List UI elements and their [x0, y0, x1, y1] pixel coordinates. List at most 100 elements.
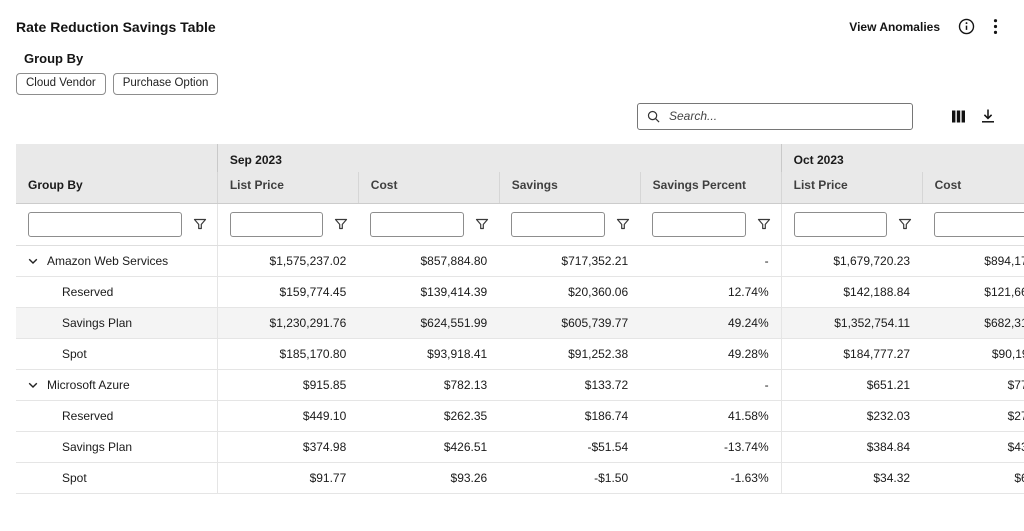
value-cell: 49.28% [640, 338, 781, 369]
info-icon[interactable] [958, 18, 975, 35]
search-box[interactable] [637, 103, 913, 130]
row-label-text: Spot [62, 471, 87, 485]
value-cell: $1,352,754.11 [781, 307, 922, 338]
column-header-cost-oct[interactable]: Cost [922, 172, 1024, 204]
value-cell: $186.74 [499, 400, 640, 431]
filter-icon[interactable] [898, 217, 912, 231]
filter-icon[interactable] [334, 217, 348, 231]
group-by-label: Group By [24, 51, 1024, 66]
value-cell: $624,551.99 [358, 307, 499, 338]
table-toolbar [0, 103, 1024, 130]
filter-cell-col-0 [16, 203, 217, 245]
chip-cloud-vendor[interactable]: Cloud Vendor [16, 73, 106, 95]
value-cell: $232.03 [781, 400, 922, 431]
chevron-down-icon[interactable] [28, 382, 38, 389]
columns-icon[interactable] [951, 109, 966, 124]
value-cell: $133.72 [499, 369, 640, 400]
filter-input-col-5[interactable] [794, 212, 887, 237]
column-header-cost-sep[interactable]: Cost [358, 172, 499, 204]
savings-table-wrap: Sep 2023 Oct 2023 Group By List Price Co… [16, 144, 1024, 494]
column-header-group-by[interactable]: Group By [16, 172, 217, 204]
row-label-text: Spot [62, 347, 87, 361]
value-cell: $184,777.27 [781, 338, 922, 369]
row-label-cell[interactable]: Microsoft Azure [16, 369, 217, 400]
column-header-list-price-oct[interactable]: List Price [781, 172, 922, 204]
row-label-cell: Savings Plan [16, 431, 217, 462]
search-input[interactable] [667, 108, 903, 124]
value-cell: $772.23 [922, 369, 1024, 400]
value-cell: $34.32 [781, 462, 922, 493]
filter-cell-col-6 [922, 203, 1024, 245]
table-row: Amazon Web Services$1,575,237.02$857,884… [16, 245, 1024, 276]
row-label-text: Reserved [62, 285, 113, 299]
value-cell: $384.84 [781, 431, 922, 462]
table-row: Microsoft Azure$915.85$782.13$133.72-$65… [16, 369, 1024, 400]
download-icon[interactable] [980, 108, 996, 124]
table-row: Reserved$449.10$262.35$186.7441.58%$232.… [16, 400, 1024, 431]
filter-cell-col-1 [217, 203, 358, 245]
value-cell: $717,352.21 [499, 245, 640, 276]
filter-input-col-2[interactable] [370, 212, 464, 237]
filter-row [16, 203, 1024, 245]
value-cell: $857,884.80 [358, 245, 499, 276]
table-corner-cell [16, 144, 217, 172]
filter-cell-col-3 [499, 203, 640, 245]
value-cell: $91.77 [217, 462, 358, 493]
filter-icon[interactable] [475, 217, 489, 231]
value-cell: - [640, 369, 781, 400]
chevron-down-icon[interactable] [28, 258, 38, 265]
row-label-text: Savings Plan [62, 440, 132, 454]
table-row: Spot$185,170.80$93,918.41$91,252.3849.28… [16, 338, 1024, 369]
value-cell: $1,679,720.23 [781, 245, 922, 276]
row-label-text: Reserved [62, 409, 113, 423]
group-by-chips: Cloud Vendor Purchase Option [16, 73, 1024, 95]
table-row: Reserved$159,774.45$139,414.39$20,360.06… [16, 276, 1024, 307]
column-header-savings-sep[interactable]: Savings [499, 172, 640, 204]
row-label-cell[interactable]: Amazon Web Services [16, 245, 217, 276]
value-cell: $374.98 [217, 431, 358, 462]
filter-input-col-3[interactable] [511, 212, 605, 237]
month-header-sep-2023: Sep 2023 [217, 144, 781, 172]
value-cell: 41.58% [640, 400, 781, 431]
month-group-row: Sep 2023 Oct 2023 [16, 144, 1024, 172]
value-cell: $159,774.45 [217, 276, 358, 307]
filter-cell-col-2 [358, 203, 499, 245]
kebab-menu-icon[interactable] [993, 18, 998, 35]
row-label-cell: Spot [16, 462, 217, 493]
filter-cell-col-4 [640, 203, 781, 245]
column-header-row: Group By List Price Cost Savings Savings… [16, 172, 1024, 204]
page: Rate Reduction Savings Table View Anomal… [0, 0, 1024, 531]
value-cell: -13.74% [640, 431, 781, 462]
filter-icon[interactable] [757, 217, 771, 231]
filter-input-col-0[interactable] [28, 212, 182, 237]
savings-table: Sep 2023 Oct 2023 Group By List Price Co… [16, 144, 1024, 494]
value-cell: $20,360.06 [499, 276, 640, 307]
value-cell: $271.10 [922, 400, 1024, 431]
filter-icon[interactable] [193, 217, 207, 231]
value-cell: 49.24% [640, 307, 781, 338]
filter-cell-col-5 [781, 203, 922, 245]
value-cell: $426.51 [358, 431, 499, 462]
search-icon [647, 110, 660, 123]
table-row: Spot$91.77$93.26-$1.50-1.63%$34.32$65.31 [16, 462, 1024, 493]
view-anomalies-button[interactable]: View Anomalies [849, 20, 940, 34]
chip-purchase-option[interactable]: Purchase Option [113, 73, 219, 95]
value-cell: $121,668.02 [922, 276, 1024, 307]
value-cell: $605,739.77 [499, 307, 640, 338]
value-cell: $915.85 [217, 369, 358, 400]
column-header-list-price-sep[interactable]: List Price [217, 172, 358, 204]
value-cell: $449.10 [217, 400, 358, 431]
filter-input-col-6[interactable] [934, 212, 1024, 237]
value-cell: $65.31 [922, 462, 1024, 493]
filter-input-col-4[interactable] [652, 212, 745, 237]
value-cell: $185,170.80 [217, 338, 358, 369]
column-header-savings-percent-sep[interactable]: Savings Percent [640, 172, 781, 204]
value-cell: $651.21 [781, 369, 922, 400]
row-label-text: Amazon Web Services [47, 254, 168, 268]
value-cell: $435.81 [922, 431, 1024, 462]
filter-icon[interactable] [616, 217, 630, 231]
filter-input-col-1[interactable] [230, 212, 323, 237]
month-header-oct-2023: Oct 2023 [781, 144, 1024, 172]
value-cell: $1,230,291.76 [217, 307, 358, 338]
row-label-cell: Savings Plan [16, 307, 217, 338]
